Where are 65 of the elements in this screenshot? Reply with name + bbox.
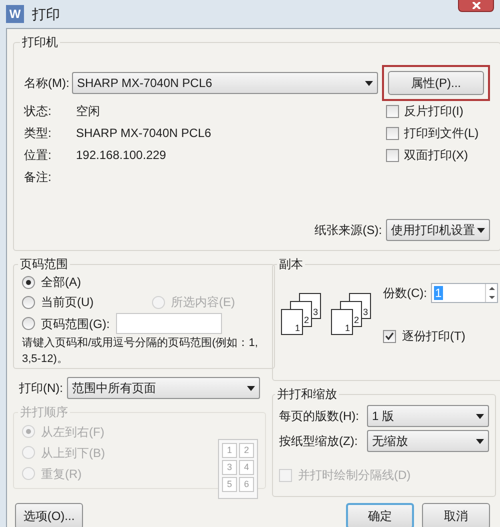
page-cell: 1 <box>222 443 237 458</box>
radio-label: 当前页(U) <box>41 294 94 311</box>
window-title: 打印 <box>32 4 60 24</box>
field-label: 纸张来源(S): <box>314 222 382 239</box>
radio-label: 从上到下(B) <box>41 444 105 462</box>
page-sheet: 1 <box>331 309 353 335</box>
field-label: 名称(M): <box>24 75 70 92</box>
radio-label: 从左到右(F) <box>41 424 104 440</box>
dropdown[interactable]: SHARP MX-7040N PCL6 <box>72 72 378 94</box>
page-cell: 4 <box>239 460 254 475</box>
dialog-button[interactable]: 取消 <box>422 503 490 527</box>
field-label: 份数(C): <box>383 285 427 302</box>
radio-label: 所选内容(E) <box>171 294 235 311</box>
dropdown-arrow-icon <box>365 80 373 86</box>
radio-label: 重复(R) <box>41 466 82 482</box>
checkbox-label: 反片打印(I) <box>404 103 464 120</box>
page-cell: 5 <box>222 477 237 492</box>
checkbox[interactable] <box>383 330 396 342</box>
radio-button[interactable] <box>22 296 35 308</box>
group-title: 副本 <box>278 256 304 273</box>
app-icon: W <box>6 5 24 23</box>
page-cell: 6 <box>239 477 254 492</box>
checkbox-label: 逐份打印(T) <box>402 328 466 345</box>
close-icon <box>472 2 480 9</box>
checkbox-label: 打印到文件(L) <box>404 125 479 142</box>
checkbox[interactable] <box>386 104 399 118</box>
radio-button[interactable] <box>22 317 35 330</box>
dialog-button[interactable]: 选项(O)... <box>15 503 83 527</box>
info-label: 状态: <box>24 103 52 120</box>
info-value: SHARP MX-7040N PCL6 <box>76 125 212 142</box>
page-cell: 2 <box>239 443 254 458</box>
dropdown-arrow-icon <box>247 386 255 390</box>
field-label: 打印(N): <box>19 380 63 397</box>
dropdown[interactable]: 使用打印机设置 <box>386 219 490 241</box>
input-field[interactable] <box>116 313 222 334</box>
radio-button[interactable] <box>22 276 35 288</box>
hint-text: 请键入页码和/或用逗号分隔的页码范围(例如：1,3,5-12)。 <box>22 336 259 367</box>
page-sheet: 1 <box>281 309 303 335</box>
checkbox-label: 双面打印(X) <box>404 147 468 164</box>
info-label: 类型: <box>24 125 52 142</box>
spin-arrows-icon[interactable] <box>485 284 497 302</box>
group-title: 并打和缩放 <box>276 386 338 403</box>
info-label: 备注: <box>24 169 52 186</box>
dropdown[interactable]: 1 版 <box>367 405 489 427</box>
dialog-button[interactable]: 确定 <box>346 503 414 527</box>
checkbox-label: 并打时绘制分隔线(D) <box>298 467 411 484</box>
info-label: 位置: <box>24 147 52 164</box>
field-label: 每页的版数(H): <box>279 408 360 425</box>
radio-label: 页码范围(G): <box>41 316 110 332</box>
dropdown-arrow-icon <box>477 228 485 232</box>
group-title: 打印机 <box>21 34 59 51</box>
checkbox[interactable] <box>386 126 399 140</box>
group-title: 页码范围 <box>19 256 69 273</box>
info-value: 192.168.100.229 <box>76 147 166 164</box>
dropdown-arrow-icon <box>476 414 484 418</box>
dropdown[interactable]: 范围中所有页面 <box>67 377 260 399</box>
field-label: 按纸型缩放(Z): <box>279 433 359 450</box>
page-cell: 3 <box>222 460 237 475</box>
dropdown-arrow-icon <box>476 438 484 444</box>
properties-button[interactable]: 属性(P)... <box>388 71 484 95</box>
checkbox[interactable] <box>386 148 399 162</box>
dropdown[interactable]: 无缩放 <box>367 430 489 452</box>
radio-label: 全部(A) <box>41 274 81 291</box>
info-value: 空闲 <box>76 103 100 120</box>
group-title: 并打顺序 <box>19 404 69 421</box>
